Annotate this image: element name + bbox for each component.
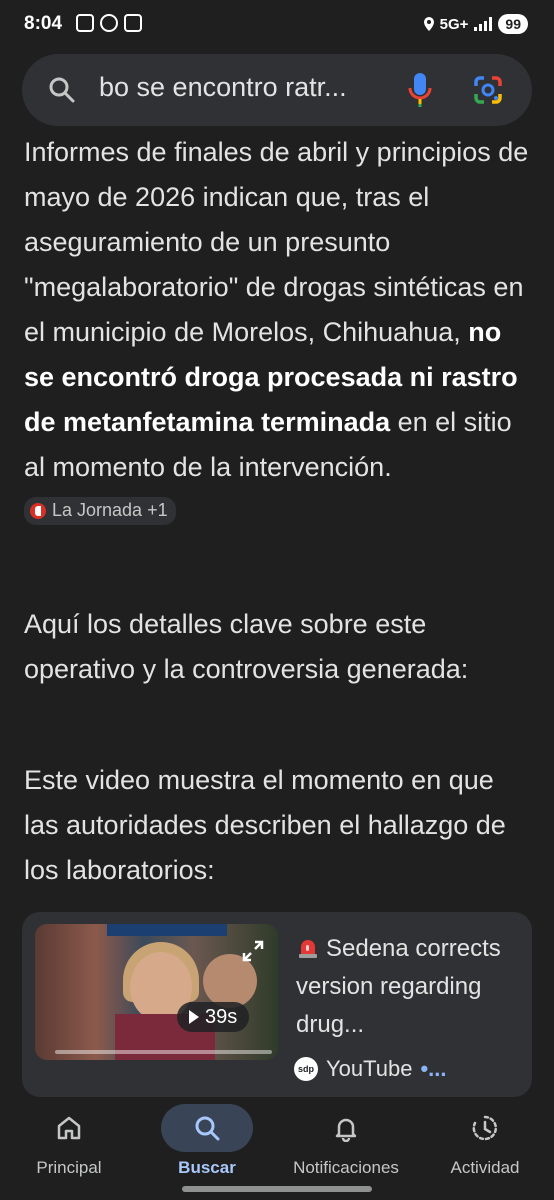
channel-logo: sdp — [294, 1057, 318, 1081]
nav-notificaciones-label: Notificaciones — [293, 1158, 399, 1177]
network-label: 5G+ — [439, 15, 469, 33]
answer-paragraph: Informes de finales de abril y principio… — [24, 130, 530, 535]
source-chip-label: La Jornada +1 — [52, 500, 168, 521]
siren-icon — [299, 940, 317, 958]
home-icon — [57, 1116, 81, 1140]
nav-buscar-icon-wrap — [161, 1104, 253, 1152]
duration-label: 39s — [205, 1005, 238, 1028]
video-thumbnail[interactable]: 39s — [35, 924, 278, 1060]
status-time: 8:04 — [24, 13, 63, 34]
battery-badge: 99 — [498, 14, 528, 34]
screenshot-icon — [76, 14, 94, 32]
video-card[interactable]: 39s Sedena corrects version regarding dr… — [22, 912, 532, 1097]
nav-actividad-icon-wrap — [439, 1104, 531, 1152]
signal-icon — [474, 17, 493, 31]
la-jornada-icon — [30, 502, 46, 519]
nav-actividad-label: Actividad — [450, 1158, 520, 1177]
bell-icon — [335, 1118, 357, 1142]
nav-principal-label: Principal — [36, 1158, 102, 1177]
video-source-row[interactable]: sdp YouTube •... — [294, 1056, 447, 1082]
search-icon — [195, 1116, 220, 1141]
activity-icon — [472, 1115, 498, 1141]
expand-icon[interactable] — [242, 940, 264, 962]
source-chip[interactable]: La Jornada +1 — [24, 496, 176, 525]
nav-actividad[interactable]: Actividad — [425, 1098, 545, 1178]
bottom-navigation: Principal Buscar Notificaciones Activida… — [0, 1098, 554, 1200]
system-indicators: 5G+ 99 — [423, 14, 528, 34]
answer-text: Informes de finales de abril y principio… — [24, 137, 529, 347]
play-icon — [189, 1010, 199, 1024]
nav-principal[interactable]: Principal — [9, 1098, 129, 1178]
video-source: YouTube — [326, 1056, 413, 1081]
search-input[interactable]: bo se encontro ratr... — [99, 72, 347, 103]
video-title-text: Sedena corrects version regarding drug..… — [296, 935, 501, 1038]
video-intro: Este video muestra el momento en que las… — [24, 765, 506, 885]
location-icon — [423, 17, 434, 31]
nav-buscar[interactable]: Buscar — [147, 1098, 267, 1178]
thumbnail-banner — [107, 924, 227, 936]
nav-notificaciones-icon-wrap — [300, 1104, 392, 1152]
google-lens-icon[interactable] — [473, 75, 503, 105]
home-indicator[interactable] — [182, 1186, 372, 1192]
nav-notificaciones[interactable]: Notificaciones — [286, 1098, 406, 1178]
duration-badge[interactable]: 39s — [177, 1002, 250, 1032]
whatsapp-icon — [100, 14, 118, 32]
more-link[interactable]: •... — [420, 1056, 446, 1082]
app-notification-icon — [124, 14, 142, 32]
notification-icons — [76, 14, 142, 32]
video-progress-track — [55, 1050, 272, 1054]
nav-principal-icon-wrap — [23, 1104, 115, 1152]
search-bar[interactable]: bo se encontro ratr... — [22, 54, 532, 126]
status-bar: 8:04 5G+ 99 — [0, 0, 554, 54]
thumbnail-figure-2 — [203, 954, 257, 1008]
microphone-icon[interactable] — [407, 71, 433, 109]
video-title[interactable]: Sedena corrects version regarding drug..… — [296, 930, 516, 1044]
details-intro: Aquí los detalles clave sobre este opera… — [24, 609, 469, 684]
nav-buscar-label: Buscar — [178, 1158, 236, 1177]
search-icon[interactable] — [48, 76, 76, 104]
